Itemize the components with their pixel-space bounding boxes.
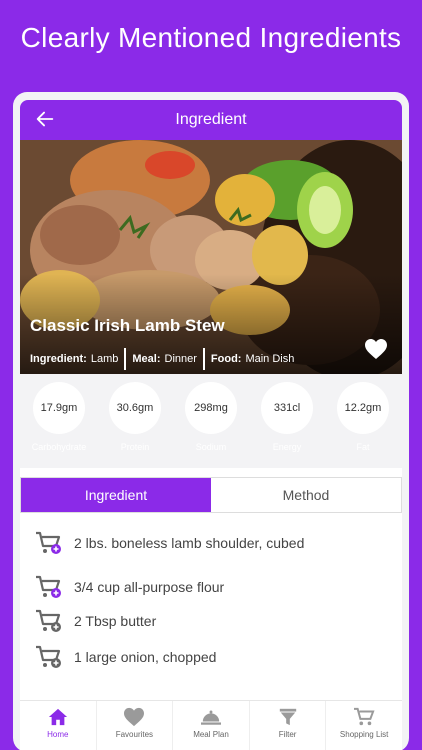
nav-favourites[interactable]: Favourites — [97, 701, 174, 750]
meta-food: Food: Main Dish — [211, 348, 300, 370]
home-icon — [48, 708, 67, 726]
nav-label: Filter — [278, 730, 297, 739]
nav-shopping-list[interactable]: Shopping List — [326, 701, 402, 750]
nav-filter[interactable]: Filter — [250, 701, 327, 750]
meta-value: Dinner — [164, 353, 197, 365]
list-item[interactable]: 3/4 cup all-purpose flour — [34, 570, 394, 604]
nutrient-sodium: 298mg Sodium — [175, 382, 247, 468]
cloche-icon — [200, 710, 221, 725]
nutrient-value: 331cl — [261, 382, 313, 434]
dish-title: Classic Irish Lamb Stew — [30, 316, 225, 335]
ingredient-text: 1 large onion, chopped — [74, 649, 217, 665]
nutrient-label: Carbohydrate — [31, 442, 87, 452]
dish-meta: Ingredient: Lamb Meal: Dinner Food: Main Di… — [30, 348, 306, 370]
tab-bar: Ingredient Method — [20, 477, 402, 513]
nav-label: Home — [47, 730, 69, 739]
add-to-cart-icon[interactable] — [34, 607, 62, 635]
ingredient-text: 2 Tbsp butter — [74, 613, 157, 629]
dish-hero: Classic Irish Lamb Stew Ingredient: Lamb … — [20, 140, 402, 374]
nav-meal-plan[interactable]: Meal Plan — [173, 701, 250, 750]
list-item[interactable]: 2 lbs. boneless lamb shoulder, cubed — [34, 526, 394, 560]
ingredient-text: 3/4 cup all-purpose flour — [74, 579, 225, 595]
bottom-navigation: Home Favourites Meal Plan Filter Shoppin… — [20, 700, 402, 750]
meta-key: Meal: — [132, 353, 161, 365]
meta-meal: Meal: Dinner — [132, 348, 205, 370]
nav-home[interactable]: Home — [20, 701, 97, 750]
nav-label: Shopping List — [339, 730, 389, 739]
nutrient-value: 30.6gm — [109, 382, 161, 434]
nav-label: Meal Plan — [193, 730, 229, 739]
app-bar: Ingredient — [20, 100, 402, 140]
tab-method[interactable]: Method — [211, 478, 401, 512]
nutrient-label: Sodium — [195, 442, 227, 452]
marketing-headline: Clearly Mentioned Ingredients — [20, 22, 402, 53]
ingredient-list: 2 lbs. boneless lamb shoulder, cubed 3/4… — [34, 526, 394, 674]
add-to-cart-icon[interactable] — [34, 643, 62, 671]
nutrient-value: 12.2gm — [337, 382, 389, 434]
list-item[interactable]: 1 large onion, chopped — [34, 640, 394, 674]
funnel-icon — [279, 708, 296, 726]
ingredient-text: 2 lbs. boneless lamb shoulder, cubed — [74, 535, 305, 551]
nutrient-protein: 30.6gm Protein — [99, 382, 171, 468]
meta-key: Ingredient: — [30, 353, 87, 365]
nutrient-label: Fat — [356, 442, 370, 452]
heart-icon — [124, 707, 145, 727]
nutrition-row: 17.9gm Carbohydrate 30.6gm Protein 298mg… — [13, 382, 409, 468]
meta-ingredient: Ingredient: Lamb — [30, 348, 127, 370]
meta-key: Food: — [210, 353, 242, 365]
nav-label: Favourites — [115, 730, 154, 739]
meta-value: Main Dish — [245, 353, 295, 365]
heart-icon[interactable] — [364, 338, 388, 360]
cart-icon — [354, 707, 375, 726]
nutrient-energy: 331cl Energy — [251, 382, 323, 468]
tab-ingredient[interactable]: Ingredient — [21, 478, 211, 512]
add-to-cart-icon[interactable] — [34, 529, 62, 557]
nutrient-value: 17.9gm — [33, 382, 85, 434]
nutrient-carbohydrate: 17.9gm Carbohydrate — [23, 382, 95, 468]
nutrient-fat: 12.2gm Fat — [327, 382, 399, 468]
add-to-cart-icon[interactable] — [34, 573, 62, 601]
meta-value: Lamb — [90, 353, 119, 365]
nutrient-label: Protein — [120, 442, 150, 452]
nutrient-label: Energy — [272, 442, 302, 452]
app-bar-title: Ingredient — [175, 111, 247, 128]
list-item[interactable]: 2 Tbsp butter — [34, 604, 394, 638]
nutrient-value: 298mg — [185, 382, 237, 434]
